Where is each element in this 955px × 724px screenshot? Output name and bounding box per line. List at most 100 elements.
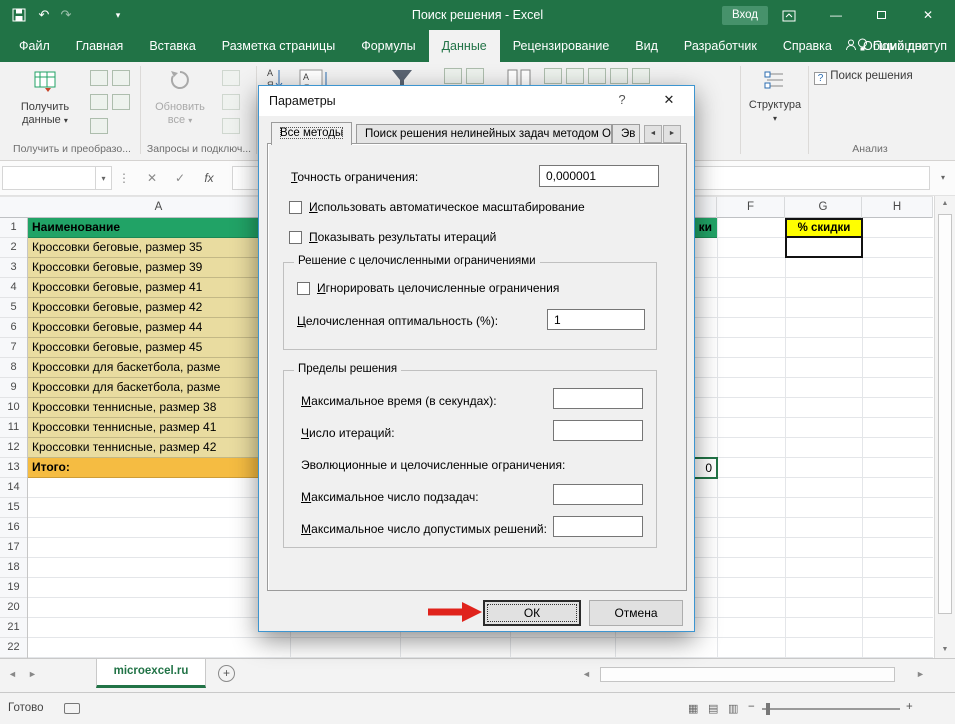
close-button[interactable]: ✕ xyxy=(912,0,944,30)
row-header-13[interactable]: 13 xyxy=(0,458,27,478)
row-header-1[interactable]: 1 xyxy=(0,218,27,238)
recent-sources-icon[interactable] xyxy=(112,94,130,110)
row-header-8[interactable]: 8 xyxy=(0,358,27,378)
cell-G2[interactable] xyxy=(787,238,861,254)
sign-in-button[interactable]: Вход xyxy=(722,6,768,25)
cell-A9[interactable]: Кроссовки для баскетбола, разме xyxy=(28,378,290,398)
cancel-button[interactable]: Отмена xyxy=(589,600,683,626)
consolidate-icon[interactable] xyxy=(610,68,628,84)
ribbon-tab-formulas[interactable]: Формулы xyxy=(348,30,428,62)
row-header-11[interactable]: 11 xyxy=(0,418,27,438)
row-header-4[interactable]: 4 xyxy=(0,278,27,298)
tab-grg-nonlinear[interactable]: Поиск решения нелинейных задач методом О… xyxy=(356,124,612,144)
row-header-16[interactable]: 16 xyxy=(0,518,27,538)
reapply-filter-icon[interactable] xyxy=(466,68,484,84)
ribbon-tab-review[interactable]: Рецензирование xyxy=(500,30,623,62)
name-box[interactable] xyxy=(2,166,96,190)
auto-scaling-checkbox[interactable] xyxy=(289,201,302,214)
row-header-9[interactable]: 9 xyxy=(0,378,27,398)
zoom-in-icon[interactable]: + xyxy=(906,701,913,713)
get-data-button[interactable]: Получить данные ▾ xyxy=(8,68,82,127)
tab-scroll-left-button[interactable]: ◄ xyxy=(644,125,662,143)
row-header-15[interactable]: 15 xyxy=(0,498,27,518)
ribbon-tab-data[interactable]: Данные xyxy=(429,30,500,62)
normal-view-icon[interactable]: ▦ xyxy=(688,703,701,715)
cell-A2[interactable]: Кроссовки беговые, размер 35 xyxy=(28,238,290,258)
cell-A7[interactable]: Кроссовки беговые, размер 45 xyxy=(28,338,290,358)
row-header-7[interactable]: 7 xyxy=(0,338,27,358)
show-iterations-label[interactable]: Показывать результаты итераций xyxy=(309,230,496,244)
cell-A13[interactable]: Итого: xyxy=(28,458,290,478)
solver-button[interactable]: ? Поиск решения xyxy=(814,70,934,85)
column-header-A[interactable]: A xyxy=(28,197,290,218)
hscroll-right-icon[interactable]: ► xyxy=(916,669,925,679)
max-time-input[interactable] xyxy=(553,388,643,409)
cell-A12[interactable]: Кроссовки теннисные, размер 42 xyxy=(28,438,290,458)
vertical-scrollbar[interactable]: ▲ ▼ xyxy=(934,196,955,658)
sheet-tab-active[interactable]: microexcel.ru xyxy=(96,659,206,688)
tab-evolutionary[interactable]: Эв xyxy=(612,124,640,144)
data-validation-icon[interactable] xyxy=(588,68,606,84)
redo-icon[interactable]: ↷ xyxy=(56,0,76,30)
dialog-close-button[interactable]: ✕ xyxy=(648,86,690,114)
formula-bar-dots-icon[interactable]: ⋮ xyxy=(118,166,128,190)
ignore-integer-checkbox[interactable] xyxy=(297,282,310,295)
enter-entry-icon[interactable]: ✓ xyxy=(168,166,192,190)
cell-G1[interactable]: % скидки xyxy=(787,220,861,238)
row-header-2[interactable]: 2 xyxy=(0,238,27,258)
ribbon-tab-file[interactable]: Файл xyxy=(6,30,63,62)
add-sheet-button[interactable]: + xyxy=(218,665,235,682)
column-header-H[interactable]: H xyxy=(862,197,933,218)
customize-qat-icon[interactable]: ▾ xyxy=(110,0,126,30)
row-header-14[interactable]: 14 xyxy=(0,478,27,498)
sheet-nav-left-icon[interactable]: ◄ xyxy=(8,669,17,679)
tab-scroll-right-button[interactable]: ► xyxy=(663,125,681,143)
from-web-icon[interactable] xyxy=(112,70,130,86)
cell-A10[interactable]: Кроссовки теннисные, размер 38 xyxy=(28,398,290,418)
zoom-slider-handle[interactable] xyxy=(766,703,770,715)
zoom-out-icon[interactable]: − xyxy=(748,701,755,713)
ignore-integer-label[interactable]: Игнорировать целочисленные ограничения xyxy=(317,281,559,295)
outline-button[interactable]: Структура ▾ xyxy=(746,68,804,125)
clear-filter-icon[interactable] xyxy=(444,68,462,84)
max-feasible-input[interactable] xyxy=(553,516,643,537)
ribbon-tab-home[interactable]: Главная xyxy=(63,30,137,62)
zoom-slider[interactable] xyxy=(762,708,900,710)
refresh-all-button[interactable]: Обновить все ▾ xyxy=(146,68,214,127)
scroll-up-icon[interactable]: ▲ xyxy=(935,196,955,212)
auto-scaling-label[interactable]: Использовать автоматическое масштабирова… xyxy=(309,200,585,214)
integer-optimality-input[interactable] xyxy=(547,309,645,330)
cell-A1[interactable]: Наименование xyxy=(28,218,290,238)
column-header-G[interactable]: G xyxy=(785,197,862,218)
macro-record-icon[interactable] xyxy=(64,703,80,714)
what-if-analysis-icon[interactable] xyxy=(632,68,650,84)
row-header-5[interactable]: 5 xyxy=(0,298,27,318)
row-header-10[interactable]: 10 xyxy=(0,398,27,418)
remove-duplicates-icon[interactable] xyxy=(566,68,584,84)
existing-connections-icon[interactable] xyxy=(90,118,108,134)
minimize-button[interactable]: — xyxy=(820,0,852,30)
cell-A11[interactable]: Кроссовки теннисные, размер 41 xyxy=(28,418,290,438)
cell-A8[interactable]: Кроссовки для баскетбола, разме xyxy=(28,358,290,378)
workbook-connections-icon[interactable] xyxy=(222,118,240,134)
row-header-17[interactable]: 17 xyxy=(0,538,27,558)
name-box-dropdown-icon[interactable]: ▾ xyxy=(96,166,112,190)
row-header-22[interactable]: 22 xyxy=(0,638,27,658)
page-break-view-icon[interactable]: ▥ xyxy=(728,703,741,715)
sheet-nav-right-icon[interactable]: ► xyxy=(28,669,37,679)
edit-links-icon[interactable] xyxy=(222,94,240,110)
row-header-3[interactable]: 3 xyxy=(0,258,27,278)
save-icon[interactable] xyxy=(12,8,26,27)
dialog-help-button[interactable]: ? xyxy=(604,86,640,114)
cell-A6[interactable]: Кроссовки беговые, размер 44 xyxy=(28,318,290,338)
from-text-csv-icon[interactable] xyxy=(90,70,108,86)
row-header-19[interactable]: 19 xyxy=(0,578,27,598)
from-table-icon[interactable] xyxy=(90,94,108,110)
page-layout-view-icon[interactable]: ▤ xyxy=(708,703,721,715)
maximize-button[interactable] xyxy=(866,0,898,30)
row-header-18[interactable]: 18 xyxy=(0,558,27,578)
cell-A5[interactable]: Кроссовки беговые, размер 42 xyxy=(28,298,290,318)
share-button[interactable]: Общий доступ xyxy=(845,30,947,62)
connection-properties-icon[interactable] xyxy=(222,70,240,86)
tab-all-methods[interactable]: Все методы xyxy=(271,122,352,145)
